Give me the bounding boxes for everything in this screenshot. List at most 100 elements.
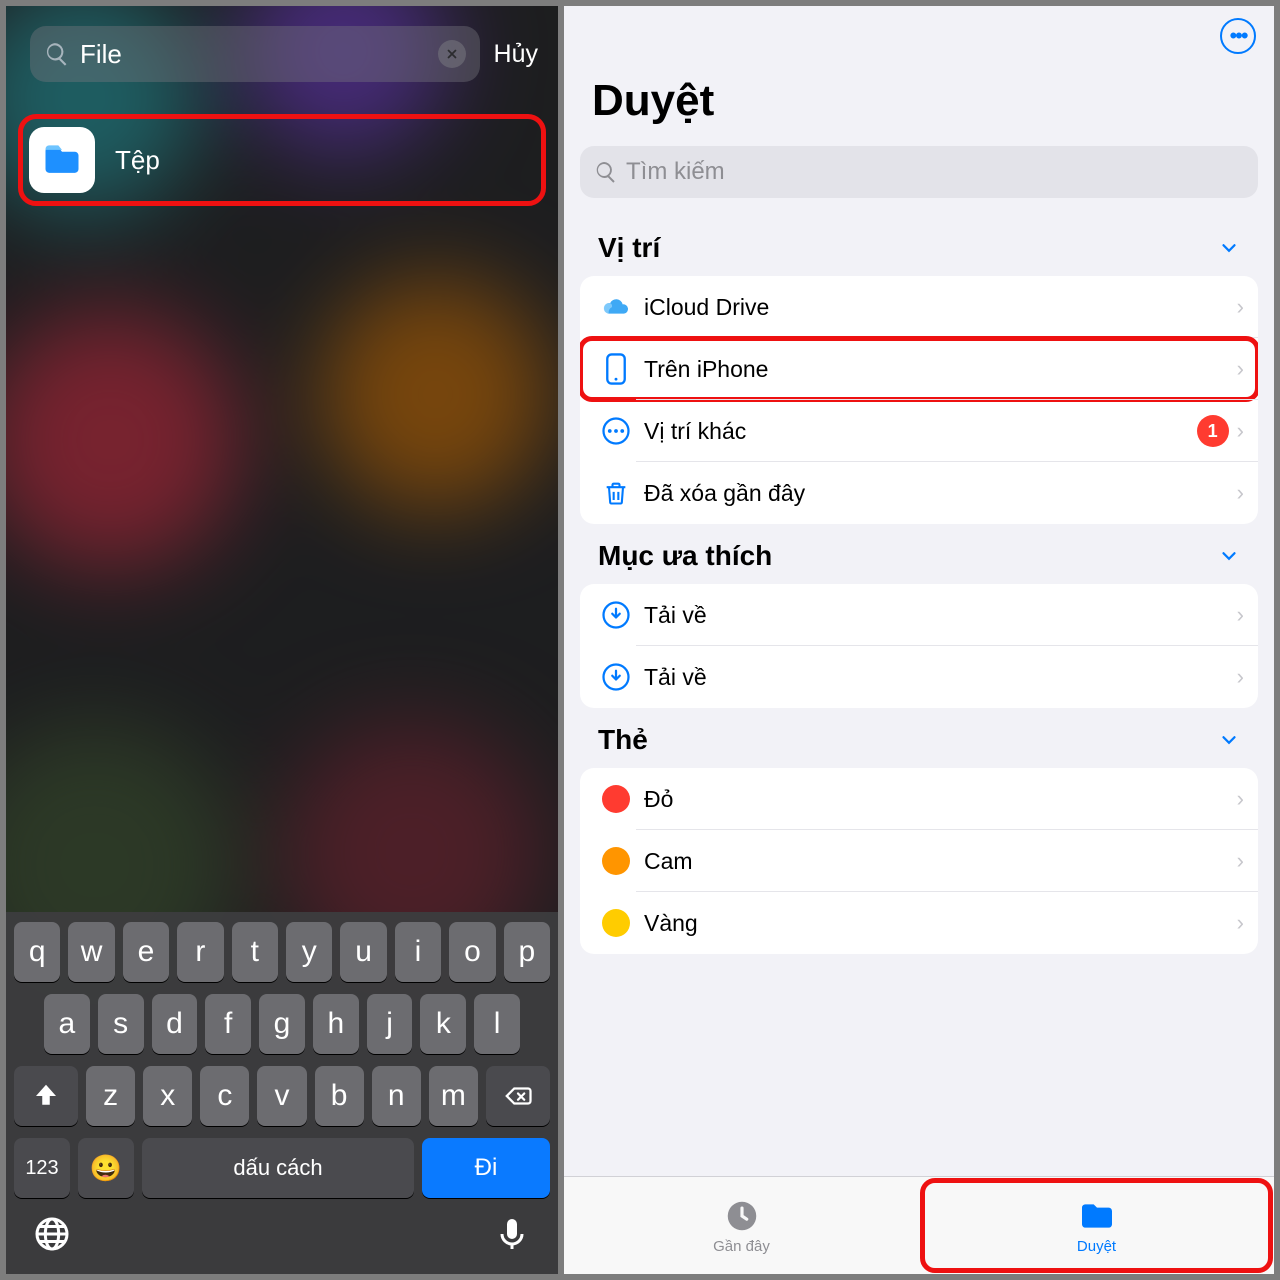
key-h[interactable]: h (313, 994, 359, 1054)
section-title: Vị trí (598, 232, 660, 264)
row-label: Tải về (644, 602, 1237, 629)
row-label: Vàng (644, 910, 1237, 937)
key-i[interactable]: i (395, 922, 441, 982)
location-icloud-drive[interactable]: iCloud Drive› (580, 276, 1258, 338)
tag-dot-icon (602, 785, 630, 813)
key-w[interactable]: w (68, 922, 114, 982)
chevron-right-icon: › (1237, 786, 1244, 812)
key-m[interactable]: m (429, 1066, 478, 1126)
tag-red[interactable]: Đỏ› (580, 768, 1258, 830)
search-icon (44, 41, 70, 67)
tab-recent[interactable]: Gần đây (564, 1177, 919, 1274)
key-r[interactable]: r (177, 922, 223, 982)
tab-label: Duyệt (1077, 1238, 1116, 1255)
folder-icon (1077, 1196, 1117, 1236)
clear-button[interactable] (438, 40, 466, 68)
key-u[interactable]: u (340, 922, 386, 982)
row-label: Cam (644, 848, 1237, 875)
key-s[interactable]: s (98, 994, 144, 1054)
key-p[interactable]: p (504, 922, 550, 982)
notification-badge: 1 (1197, 415, 1229, 447)
cancel-button[interactable]: Hủy (494, 40, 542, 69)
tab-label: Gần đây (713, 1238, 770, 1255)
key-z[interactable]: z (86, 1066, 135, 1126)
tab-bar: Gần đây Duyệt (564, 1176, 1274, 1274)
browse-search-field[interactable]: Tìm kiếm (580, 146, 1258, 198)
key-n[interactable]: n (372, 1066, 421, 1126)
location-recently-deleted[interactable]: Đã xóa gần đây› (580, 462, 1258, 524)
more-button[interactable]: ••• (1220, 18, 1256, 54)
chevron-right-icon: › (1237, 910, 1244, 936)
dictation-key[interactable] (492, 1214, 532, 1254)
search-icon (594, 160, 618, 184)
backspace-key[interactable] (486, 1066, 550, 1126)
favorite-downloads[interactable]: Tải về› (580, 646, 1258, 708)
download-icon (596, 600, 636, 630)
favorite-downloads[interactable]: Tải về› (580, 584, 1258, 646)
tab-browse[interactable]: Duyệt (919, 1177, 1274, 1274)
key-x[interactable]: x (143, 1066, 192, 1126)
chevron-right-icon: › (1237, 418, 1244, 444)
row-label: Đỏ (644, 786, 1237, 813)
favorites-list: Tải về› Tải về› (580, 584, 1258, 708)
tag-yellow[interactable]: Vàng› (580, 892, 1258, 954)
chevron-down-icon (1218, 729, 1240, 751)
chevron-down-icon (1218, 237, 1240, 259)
chevron-right-icon: › (1237, 480, 1244, 506)
globe-key[interactable] (32, 1214, 72, 1254)
key-o[interactable]: o (449, 922, 495, 982)
page-title: Duyệt (564, 66, 1274, 136)
files-app-icon (29, 127, 95, 193)
numeric-key[interactable]: 123 (14, 1138, 70, 1198)
key-j[interactable]: j (367, 994, 413, 1054)
section-header-favorites[interactable]: Mục ưa thích (580, 524, 1258, 584)
key-a[interactable]: a (44, 994, 90, 1054)
search-header: Hủy (6, 6, 558, 96)
key-c[interactable]: c (200, 1066, 249, 1126)
space-key[interactable]: dấu cách (142, 1138, 414, 1198)
shift-key[interactable] (14, 1066, 78, 1126)
search-placeholder: Tìm kiếm (626, 158, 725, 186)
tags-list: Đỏ› Cam› Vàng› (580, 768, 1258, 954)
chevron-right-icon: › (1237, 294, 1244, 320)
emoji-key[interactable]: 😀 (78, 1138, 134, 1198)
key-d[interactable]: d (152, 994, 198, 1054)
chevron-right-icon: › (1237, 664, 1244, 690)
close-icon (445, 47, 459, 61)
clock-icon (722, 1196, 762, 1236)
on-screen-keyboard[interactable]: qwertyuiop asdfghjkl zxcvbnm 123 😀 dấu c… (6, 912, 558, 1274)
search-input[interactable] (80, 39, 428, 70)
key-l[interactable]: l (474, 994, 520, 1054)
nav-bar: ••• (564, 6, 1274, 66)
location-on-iphone[interactable]: Trên iPhone› (580, 338, 1258, 400)
section-title: Mục ưa thích (598, 540, 772, 572)
row-label: Tải về (644, 664, 1237, 691)
key-f[interactable]: f (205, 994, 251, 1054)
search-field[interactable] (30, 26, 480, 82)
key-k[interactable]: k (420, 994, 466, 1054)
row-label: Trên iPhone (644, 356, 1237, 383)
tag-dot-icon (602, 847, 630, 875)
spotlight-search-screen: Hủy Tệp qwertyuiop asdfghjkl zxcvbnm 123… (0, 0, 561, 1280)
tag-orange[interactable]: Cam› (580, 830, 1258, 892)
download-icon (596, 662, 636, 692)
key-v[interactable]: v (257, 1066, 306, 1126)
key-b[interactable]: b (315, 1066, 364, 1126)
key-y[interactable]: y (286, 922, 332, 982)
search-result-label: Tệp (115, 145, 160, 176)
iphone-icon (596, 353, 636, 385)
search-result-files-app[interactable]: Tệp (18, 114, 546, 206)
more-locations-icon (596, 416, 636, 446)
key-q[interactable]: q (14, 922, 60, 982)
key-g[interactable]: g (259, 994, 305, 1054)
section-header-tags[interactable]: Thẻ (580, 708, 1258, 768)
row-label: iCloud Drive (644, 294, 1237, 321)
files-browse-screen: ••• Duyệt Tìm kiếm Vị trí iCloud Drive› … (561, 0, 1280, 1280)
location-other[interactable]: Vị trí khác1› (580, 400, 1258, 462)
section-header-locations[interactable]: Vị trí (580, 216, 1258, 276)
go-key[interactable]: Đi (422, 1138, 550, 1198)
key-t[interactable]: t (232, 922, 278, 982)
key-e[interactable]: e (123, 922, 169, 982)
row-label: Đã xóa gần đây (644, 480, 1237, 507)
section-title: Thẻ (598, 724, 648, 756)
